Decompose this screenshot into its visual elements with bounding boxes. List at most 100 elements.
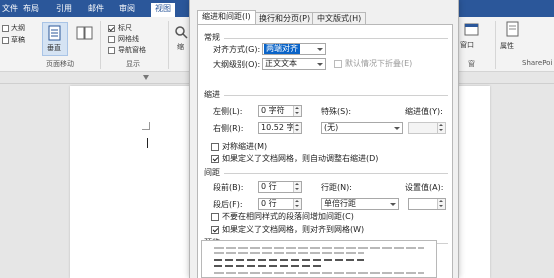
group-show: 显示 (126, 60, 140, 68)
alignment-select[interactable]: 两端对齐 (262, 43, 326, 55)
indent-right-spinner[interactable]: 10.52 字 (258, 122, 302, 134)
zoom-label: 缩 (177, 43, 184, 51)
indent-marker[interactable] (143, 75, 149, 80)
ribbon-tab-layout[interactable]: 布局 (23, 4, 39, 14)
group-window: 窗 (468, 60, 475, 68)
auto-adjust-indent-label: 如果定义了文档网格，则自动调整右缩进(D) (222, 154, 379, 163)
indent-right-value: 10.52 字 (261, 123, 295, 132)
spinner-buttons[interactable] (293, 123, 301, 133)
mirror-indents-checkbox[interactable] (211, 143, 219, 151)
collapse-default-label: 默认情况下折叠(E) (345, 59, 413, 68)
properties-icon[interactable] (505, 21, 521, 37)
paragraph-dialog: 换行和分页(P) 中文版式(H) 缩进和间距(I) 常规 对齐方式(G): 两端… (189, 0, 459, 278)
indent-by-spinner[interactable] (408, 122, 446, 134)
ribbon-divider (100, 21, 101, 69)
chevron-down-icon (317, 48, 323, 51)
outline-level-label: 大纲级别(O): (213, 60, 261, 69)
vertical-button[interactable]: 垂直 (42, 22, 68, 56)
auto-adjust-indent-checkbox[interactable] (211, 155, 219, 163)
spacing-section-title: 间距 (204, 168, 220, 177)
spinner-buttons[interactable] (437, 199, 445, 209)
gridlines-checkbox[interactable] (108, 36, 115, 43)
general-section-title: 常规 (204, 33, 220, 42)
chevron-down-icon (394, 127, 400, 130)
ruler-label: 标尺 (118, 24, 132, 32)
no-space-same-style-checkbox[interactable] (211, 213, 219, 221)
preview-sample-line (214, 259, 364, 261)
vertical-page-icon (48, 25, 61, 41)
side-to-side-icon[interactable] (76, 25, 94, 43)
preview-line (214, 252, 364, 254)
indent-section-title: 缩进 (204, 90, 220, 99)
group-page-movement: 页面移动 (46, 60, 74, 68)
mirror-indents-label: 对称缩进(M) (222, 142, 268, 151)
indent-left-spinner[interactable]: 0 字符 (258, 105, 302, 117)
zoom-icon[interactable] (174, 25, 188, 39)
line-spacing-label: 行距(N): (321, 183, 352, 192)
indent-by-label: 缩进值(Y): (405, 107, 443, 116)
spinner-buttons[interactable] (437, 123, 445, 133)
spacing-before-spinner[interactable]: 0 行 (258, 181, 302, 193)
ribbon-tab-references[interactable]: 引用 (56, 4, 72, 14)
gridlines-label: 网格线 (118, 35, 139, 43)
spin-up-icon (439, 200, 443, 202)
outline-label: 大纲 (11, 24, 25, 32)
vertical-button-label: 垂直 (47, 44, 61, 52)
spacing-before-value: 0 行 (261, 182, 277, 191)
nav-pane-checkbox[interactable] (108, 47, 115, 54)
indent-right-label: 右侧(R): (213, 124, 244, 133)
spin-up-icon (439, 124, 443, 126)
ribbon-tab-review[interactable]: 审阅 (119, 4, 135, 14)
ribbon-tab-file[interactable]: 文件 (2, 4, 18, 14)
chevron-down-icon (390, 203, 396, 206)
spin-down-icon (295, 129, 299, 131)
spin-down-icon (295, 205, 299, 207)
spinner-buttons[interactable] (293, 182, 301, 192)
spinner-buttons[interactable] (293, 199, 301, 209)
tab-line-page-breaks[interactable]: 换行和分页(P) (254, 12, 316, 24)
alignment-value: 两端对齐 (264, 44, 300, 54)
ruler-checkbox[interactable] (108, 25, 115, 32)
no-space-same-style-label: 不要在相同样式的段落间增加间距(C) (222, 212, 354, 221)
section-rule (224, 173, 448, 174)
spin-up-icon (295, 183, 299, 185)
spin-down-icon (439, 129, 443, 131)
special-indent-select[interactable]: (无) (321, 122, 403, 134)
nav-pane-label: 导航窗格 (118, 46, 146, 54)
spinner-buttons[interactable] (293, 106, 301, 116)
collapse-default-checkbox[interactable] (334, 60, 342, 68)
special-indent-label: 特殊(S): (321, 107, 352, 116)
tab-asian-typography[interactable]: 中文版式(H) (312, 12, 367, 24)
preview-line (214, 247, 424, 249)
spacing-after-label: 段后(F): (213, 200, 243, 209)
outline-level-select[interactable]: 正文文本 (262, 58, 326, 70)
spin-down-icon (295, 188, 299, 190)
draft-checkbox[interactable] (2, 37, 9, 44)
snap-to-grid-checkbox[interactable] (211, 226, 219, 234)
ribbon-tab-mailings[interactable]: 邮件 (88, 4, 104, 14)
new-window-icon[interactable] (464, 23, 480, 37)
spacing-at-spinner[interactable] (408, 198, 446, 210)
spin-down-icon (295, 112, 299, 114)
snap-to-grid-label: 如果定义了文档网格，则对齐到网格(W) (222, 225, 365, 234)
section-rule (224, 95, 448, 96)
spacing-before-label: 段前(B): (213, 183, 244, 192)
properties-label: 属性 (500, 42, 514, 50)
ribbon-divider (168, 21, 169, 69)
indent-left-label: 左侧(L): (213, 107, 243, 116)
special-indent-value: (无) (324, 123, 339, 132)
chevron-down-icon (317, 63, 323, 66)
alignment-label: 对齐方式(G): (213, 45, 261, 54)
line-spacing-select[interactable]: 单倍行距 (321, 198, 399, 210)
ribbon-tab-view[interactable]: 视图 (151, 3, 175, 17)
spin-down-icon (439, 205, 443, 207)
preview-line (214, 272, 424, 274)
window-label: 窗口 (460, 41, 474, 49)
tab-indent-spacing[interactable]: 缩进和间距(I) (197, 10, 256, 25)
draft-label: 草稿 (11, 36, 25, 44)
outline-checkbox[interactable] (2, 25, 9, 32)
spacing-after-spinner[interactable]: 0 行 (258, 198, 302, 210)
spin-up-icon (295, 200, 299, 202)
group-sharepoint: SharePoi (522, 59, 553, 67)
spin-up-icon (295, 124, 299, 126)
